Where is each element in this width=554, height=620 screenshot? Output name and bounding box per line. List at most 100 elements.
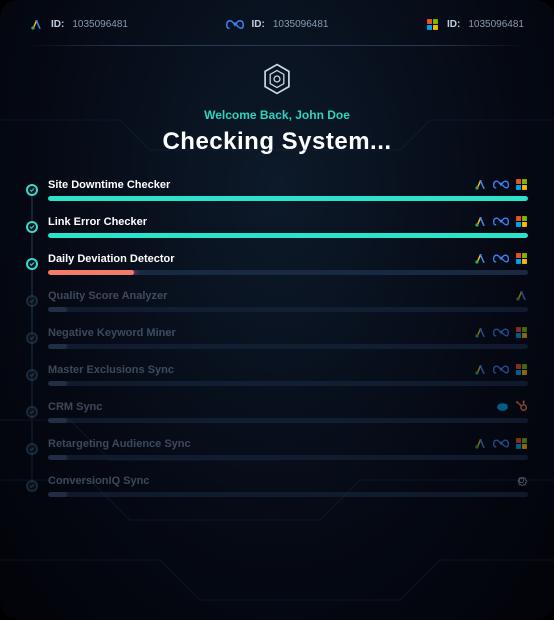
check-header: Negative Keyword Miner <box>48 326 528 339</box>
check-label: Master Exclusions Sync <box>48 364 174 376</box>
check-header: Retargeting Audience Sync <box>48 437 528 450</box>
check-platform-icons <box>474 326 528 339</box>
microsoft-icon <box>515 437 528 450</box>
check-header: ConversionIQ Sync <box>48 474 528 487</box>
check-platform-icons <box>515 289 528 302</box>
check-row: CRM Sync <box>48 400 528 423</box>
check-label: Quality Score Analyzer <box>48 290 167 302</box>
google-ads-icon <box>474 326 487 339</box>
check-platform-icons <box>474 437 528 450</box>
timeline-node <box>26 184 38 196</box>
progress-fill <box>48 455 67 460</box>
check-platform-icons <box>474 178 528 191</box>
account-google: ID: 1035096481 <box>30 18 128 31</box>
salesforce-icon <box>496 400 509 413</box>
check-label: Site Downtime Checker <box>48 179 170 191</box>
meta-icon <box>493 178 509 191</box>
progress-fill <box>48 344 67 349</box>
id-value: 1035096481 <box>72 19 128 30</box>
progress-track <box>48 455 528 460</box>
id-value: 1035096481 <box>468 19 524 30</box>
timeline-node <box>26 369 38 381</box>
check-header: CRM Sync <box>48 400 528 413</box>
check-row: Retargeting Audience Sync <box>48 437 528 460</box>
progress-track <box>48 492 528 497</box>
check-header: Master Exclusions Sync <box>48 363 528 376</box>
progress-fill <box>48 381 67 386</box>
check-row: Negative Keyword Miner <box>48 326 528 349</box>
progress-fill <box>48 418 67 423</box>
check-row: ConversionIQ Sync <box>48 474 528 497</box>
check-header: Quality Score Analyzer <box>48 289 528 302</box>
check-header: Site Downtime Checker <box>48 178 528 191</box>
check-label: Daily Deviation Detector <box>48 253 175 265</box>
google-ads-icon <box>474 363 487 376</box>
meta-icon <box>493 215 509 228</box>
check-platform-icons <box>474 252 528 265</box>
microsoft-icon <box>515 326 528 339</box>
check-row: Master Exclusions Sync <box>48 363 528 386</box>
google-ads-icon <box>474 437 487 450</box>
page-title: Checking System... <box>26 128 528 156</box>
google-ads-icon <box>30 18 43 31</box>
meta-icon <box>493 437 509 450</box>
google-ads-icon <box>474 215 487 228</box>
progress-track <box>48 233 528 238</box>
id-label: ID: <box>447 19 460 30</box>
progress-fill <box>48 233 528 238</box>
progress-fill <box>48 307 67 312</box>
progress-track <box>48 381 528 386</box>
meta-icon <box>226 18 244 31</box>
meta-icon <box>493 326 509 339</box>
check-header: Link Error Checker <box>48 215 528 228</box>
timeline-node <box>26 480 38 492</box>
welcome-text: Welcome Back, John Doe <box>26 108 528 122</box>
check-platform-icons <box>515 474 528 487</box>
progress-track <box>48 270 528 275</box>
check-platform-icons <box>474 215 528 228</box>
check-label: Link Error Checker <box>48 216 147 228</box>
check-platform-icons <box>474 363 528 376</box>
account-meta: ID: 1035096481 <box>226 18 329 31</box>
id-value: 1035096481 <box>273 19 329 30</box>
app-container: ID: 1035096481 ID: 1035096481 ID: 103509… <box>0 0 554 620</box>
app-logo <box>26 62 528 96</box>
check-row: Link Error Checker <box>48 215 528 238</box>
timeline-node <box>26 406 38 418</box>
timeline-node <box>26 443 38 455</box>
microsoft-icon <box>426 18 439 31</box>
microsoft-icon <box>515 363 528 376</box>
progress-fill <box>48 196 528 201</box>
id-label: ID: <box>252 19 265 30</box>
google-ads-icon <box>515 289 528 302</box>
check-label: Negative Keyword Miner <box>48 327 176 339</box>
timeline-node <box>26 258 38 270</box>
google-ads-icon <box>474 252 487 265</box>
divider <box>26 45 528 46</box>
timeline-node <box>26 221 38 233</box>
topbar: ID: 1035096481 ID: 1035096481 ID: 103509… <box>26 18 528 45</box>
progress-fill <box>48 492 67 497</box>
check-label: CRM Sync <box>48 401 102 413</box>
progress-fill <box>48 270 134 275</box>
google-ads-icon <box>474 178 487 191</box>
progress-track <box>48 344 528 349</box>
microsoft-icon <box>515 215 528 228</box>
gear-icon <box>515 474 528 487</box>
progress-track <box>48 307 528 312</box>
microsoft-icon <box>515 252 528 265</box>
timeline-node <box>26 295 38 307</box>
check-row: Quality Score Analyzer <box>48 289 528 312</box>
id-label: ID: <box>51 19 64 30</box>
account-microsoft: ID: 1035096481 <box>426 18 524 31</box>
check-label: ConversionIQ Sync <box>48 475 149 487</box>
timeline-node <box>26 332 38 344</box>
check-platform-icons <box>496 400 528 413</box>
check-label: Retargeting Audience Sync <box>48 438 191 450</box>
meta-icon <box>493 363 509 376</box>
check-header: Daily Deviation Detector <box>48 252 528 265</box>
meta-icon <box>493 252 509 265</box>
check-row: Site Downtime Checker <box>48 178 528 201</box>
microsoft-icon <box>515 178 528 191</box>
checks-list: Site Downtime Checker Link Error Checker D… <box>26 178 528 497</box>
